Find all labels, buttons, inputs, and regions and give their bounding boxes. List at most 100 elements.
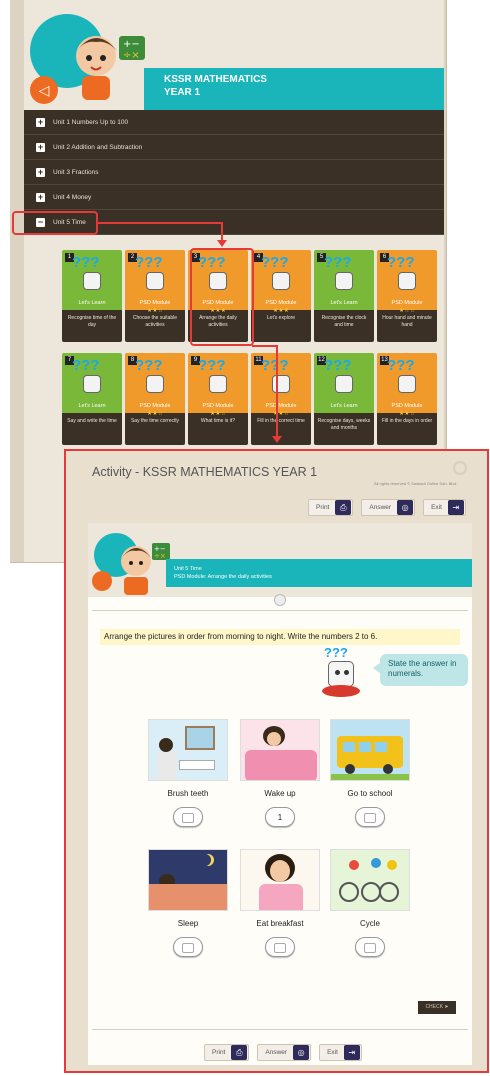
star-rating: ★★☆ (272, 411, 290, 417)
instruction-text: Arrange the pictures in order from morni… (100, 629, 460, 645)
card-caption: Say and write the time (62, 413, 122, 445)
item-label: Sleep (177, 919, 199, 928)
answer-input-cycle[interactable] (355, 937, 385, 957)
activity-card[interactable]: 11??? PSD Module ★★☆ Fill in the correct ti… (251, 353, 311, 445)
exit-button[interactable]: Exit ⇥ (319, 1044, 362, 1061)
unit-row[interactable]: + Unit 3 Fractions (24, 160, 444, 185)
star-rating: ★★☆ (146, 411, 164, 417)
card-type: PSD Module (139, 300, 171, 306)
card-type: Let's Learn (330, 300, 358, 306)
module-name: PSD Module: Arrange the daily activities (174, 574, 272, 580)
activity-card[interactable]: 4??? PSD Module ★★★ Let's explore (251, 250, 311, 342)
activity-title: Activity - KSSR MATHEMATICS YEAR 1 (92, 465, 318, 479)
unit-name: Unit 5 Time (174, 566, 202, 572)
top-toolbar: Print ⎙ Answer ◎ Exit ⇥ (308, 499, 466, 516)
settings-icon[interactable] (453, 461, 467, 475)
question-marks-icon: ??? (135, 254, 163, 271)
answer-input-eat-breakfast[interactable] (265, 937, 295, 957)
card-thumbnail: 11??? PSD Module ★★☆ (251, 353, 311, 417)
expand-icon: + (36, 141, 45, 152)
activity-card[interactable]: 2??? PSD Module ★★☆ Choose the suitable act… (125, 250, 185, 342)
print-button[interactable]: Print ⎙ (204, 1044, 250, 1061)
card-caption: Hour hand and minute hand (377, 310, 437, 342)
item-label: Cycle (359, 919, 380, 928)
robot-icon (146, 272, 164, 290)
robot-icon (398, 272, 416, 290)
answer-label: Answer (265, 1049, 288, 1056)
print-button[interactable]: Print ⎙ (308, 499, 354, 516)
check-button[interactable]: CHECK ➤ (418, 1001, 456, 1014)
printer-icon: ⎙ (335, 500, 352, 515)
panel-subtitle: Unit 5 Time PSD Module: Arrange the dail… (174, 565, 272, 581)
card-thumbnail: 13??? PSD Module ★★☆ (377, 353, 437, 417)
expand-icon: + (36, 116, 45, 127)
activity-card[interactable]: 9??? PSD Module ★★☆ What time is it? (188, 353, 248, 445)
page-indicator[interactable] (274, 594, 286, 606)
answer-input-go-to-school[interactable] (355, 807, 385, 827)
wake-up-picture (240, 719, 320, 781)
printer-icon: ⎙ (231, 1045, 248, 1060)
svg-text:÷×: ÷× (154, 552, 166, 560)
highlight-card3 (190, 248, 254, 346)
card-type: PSD Module (391, 403, 423, 409)
highlight-unit5 (12, 211, 98, 235)
card-type: Let's Learn (78, 403, 106, 409)
activity-card[interactable]: 5??? Let's Learn Recognise the clock and t… (314, 250, 374, 342)
activity-card[interactable]: 13??? PSD Module ★★☆ Fill in the days in or… (377, 353, 437, 445)
answer-button[interactable]: Answer ◎ (257, 1044, 312, 1061)
robot-mascot-icon: ??? (318, 645, 368, 701)
card-caption: What time is it? (188, 413, 248, 445)
activity-card[interactable]: 8??? PSD Module ★★☆ Say the time correctly (125, 353, 185, 445)
card-caption: Fill in the days in order (377, 413, 437, 445)
card-thumbnail: 7??? Let's Learn (62, 353, 122, 413)
card-thumbnail: 2??? PSD Module ★★☆ (125, 250, 185, 314)
question-marks-icon: ??? (324, 357, 352, 374)
answer-button[interactable]: Answer ◎ (361, 499, 416, 516)
answer-input-brush-teeth[interactable] (173, 807, 203, 827)
copyright-text: All rights reserved © Sasbadi Online Sdn… (374, 481, 457, 486)
divider (92, 1029, 468, 1030)
robot-icon (209, 375, 227, 393)
robot-icon (83, 375, 101, 393)
activity-card[interactable]: 6??? PSD Module ★☆☆ Hour hand and minute ha… (377, 250, 437, 342)
answer-input-wake-up[interactable]: 1 (265, 807, 295, 827)
child-mascot-icon (76, 36, 118, 100)
unit-row[interactable]: + Unit 2 Addition and Subtraction (24, 135, 444, 160)
print-label: Print (316, 504, 330, 511)
svg-text:+−: +− (123, 39, 140, 50)
card-thumbnail: 9??? PSD Module ★★☆ (188, 353, 248, 417)
connector-line (276, 345, 278, 437)
activity-window: Activity - KSSR MATHEMATICS YEAR 1 All r… (64, 449, 489, 1073)
star-rating: ★★☆ (398, 411, 416, 417)
divider (92, 610, 468, 611)
sleep-picture (148, 849, 228, 911)
arrow-right-icon: ➤ (444, 1004, 449, 1010)
back-arrow-icon: ◁ (38, 82, 50, 98)
card-thumbnail: 6??? PSD Module ★☆☆ (377, 250, 437, 314)
card-thumbnail: 5??? Let's Learn (314, 250, 374, 310)
unit-row[interactable]: + Unit 4 Money (24, 185, 444, 210)
brush-teeth-picture (148, 719, 228, 781)
activity-card[interactable]: 7??? Let's Learn Say and write the time (62, 353, 122, 445)
card-type: PSD Module (139, 403, 171, 409)
course-title-line1: KSSR MATHEMATICS (164, 74, 267, 85)
speech-bubble: State the answer in numerals. (373, 654, 468, 686)
math-symbols-icon: +− ÷× (152, 543, 170, 560)
question-marks-icon: ??? (324, 254, 352, 271)
card-type: PSD Module (391, 300, 423, 306)
robot-icon (335, 272, 353, 290)
card-caption: Let's explore (251, 310, 311, 342)
activity-card[interactable]: 1??? Let's Learn Recognise time of the day (62, 250, 122, 342)
answer-input-sleep[interactable] (173, 937, 203, 957)
robot-icon (398, 375, 416, 393)
unit-row[interactable]: + Unit 1 Numbers Up to 100 (24, 110, 444, 135)
back-arrow-button[interactable]: ◁ (30, 76, 58, 104)
star-rating: ★☆☆ (398, 308, 416, 314)
unit-label: Unit 1 Numbers Up to 100 (53, 118, 129, 126)
item-label: Brush teeth (167, 789, 209, 798)
robot-icon (335, 375, 353, 393)
connector-arrow-icon (217, 240, 227, 247)
svg-text:÷×: ÷× (123, 50, 140, 60)
activity-card[interactable]: 12??? Let's Learn Recognise days, weeks an… (314, 353, 374, 445)
exit-button[interactable]: Exit ⇥ (423, 499, 466, 516)
